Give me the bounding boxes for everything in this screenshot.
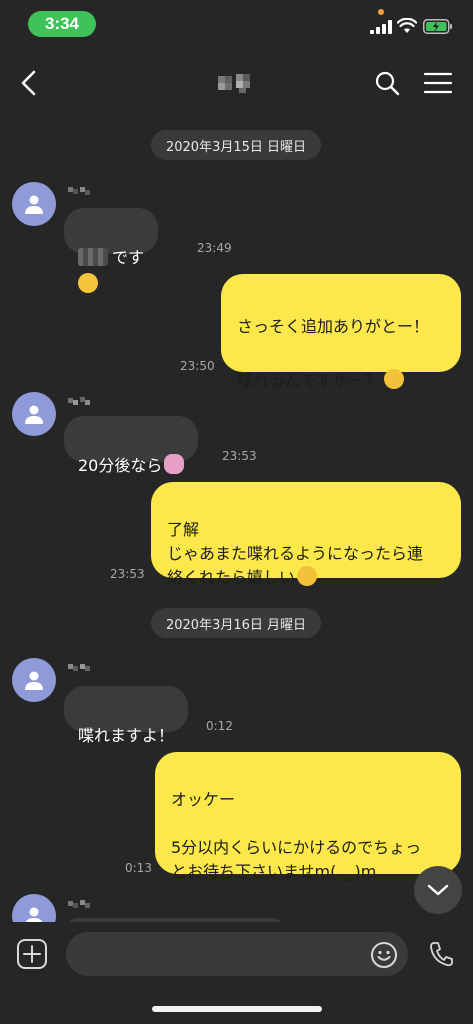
- search-icon[interactable]: [374, 70, 400, 96]
- sender-name: [68, 187, 90, 195]
- message-text: 20分後なら: [78, 456, 163, 475]
- chat-title: [206, 68, 266, 98]
- message-bubble-outgoing[interactable]: オッケー 5分以内くらいにかけるのでちょっ とお待ち下さいませm(._.)m: [155, 752, 461, 881]
- message-text: 喋れますよ！: [78, 726, 175, 745]
- pixelated-name: [218, 74, 250, 93]
- status-bar: 3:34: [0, 0, 473, 50]
- message-bubble-incoming[interactable]: 喋れますよ！: [64, 686, 189, 745]
- grin-emoji-icon: [297, 566, 318, 586]
- chat-header: [0, 50, 473, 118]
- sender-name: [68, 664, 90, 671]
- message-timestamp: 0:12: [206, 719, 233, 733]
- message-text: です: [112, 248, 145, 267]
- avatar[interactable]: [12, 392, 56, 436]
- person-icon: [25, 671, 43, 690]
- avatar[interactable]: [12, 182, 56, 226]
- scroll-down-button[interactable]: [414, 866, 462, 914]
- person-icon: [25, 195, 43, 214]
- phone-icon[interactable]: [428, 940, 454, 968]
- person-icon: [25, 405, 43, 424]
- message-bubble-outgoing[interactable]: 了解 じゃあまた喋れるようになったら連 絡くれたら嬉しい: [151, 482, 461, 587]
- menu-icon[interactable]: [424, 72, 452, 94]
- sender-name: [68, 900, 90, 908]
- message-timestamp: 0:13: [125, 861, 152, 875]
- person-raising-hand-emoji-icon: [164, 454, 185, 474]
- status-time: 3:34: [28, 11, 96, 37]
- message-timestamp: 23:50: [180, 359, 215, 373]
- plus-icon[interactable]: [16, 938, 48, 970]
- date-separator: 2020年3月16日 月曜日: [151, 608, 321, 638]
- message-text: オッケー 5分以内くらいにかけるのでちょっ とお待ち下さいませm(._.)m: [171, 790, 422, 881]
- signal-icon: [370, 20, 392, 34]
- message-input[interactable]: [66, 932, 408, 976]
- chevron-down-icon: [427, 884, 449, 896]
- back-icon[interactable]: [16, 68, 42, 98]
- message-bubble-outgoing[interactable]: さっそく追加ありがとー！ 喋れるんですかー？: [221, 274, 461, 390]
- message-input-bar: [0, 922, 473, 1024]
- avatar[interactable]: [12, 658, 56, 702]
- message-bubble-incoming[interactable]: です: [64, 208, 159, 293]
- wifi-icon: [397, 18, 417, 33]
- emoji-icon[interactable]: [370, 941, 398, 969]
- message-timestamp: 23:53: [222, 449, 257, 463]
- date-separator: 2020年3月15日 日曜日: [151, 130, 321, 160]
- grin-emoji-icon: [384, 369, 405, 389]
- battery-icon: [423, 19, 452, 34]
- sender-name: [68, 397, 90, 405]
- privacy-indicator: [378, 9, 384, 15]
- smile-emoji-icon: [78, 273, 98, 293]
- message-timestamp: 23:53: [110, 567, 145, 581]
- message-text: 了解 じゃあまた喋れるようになったら連 絡くれたら嬉しい: [167, 520, 424, 587]
- home-indicator: [152, 1006, 322, 1012]
- message-timestamp: 23:49: [197, 241, 232, 255]
- pixelated-name: [78, 248, 108, 266]
- message-bubble-incoming[interactable]: 20分後なら: [64, 416, 199, 475]
